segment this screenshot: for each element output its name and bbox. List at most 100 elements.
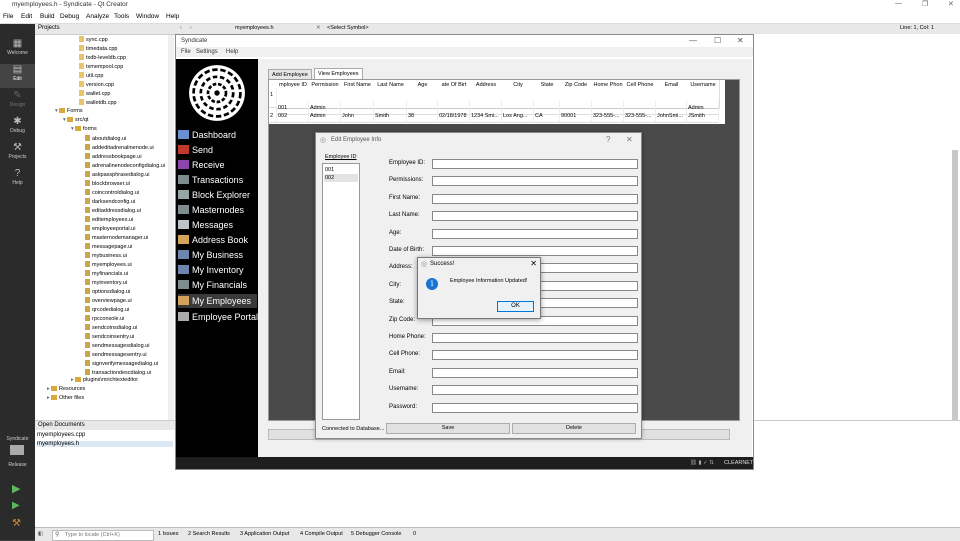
field-input-cell-phone[interactable] bbox=[432, 350, 638, 361]
close-icon[interactable]: ✕ bbox=[948, 0, 954, 8]
tree-file-item[interactable]: txmempool.cpp bbox=[79, 63, 123, 70]
employee-id-item[interactable]: 002 bbox=[324, 174, 358, 182]
field-input-home-phone[interactable] bbox=[432, 333, 638, 343]
tree-ui-file-item[interactable]: sendcoinsdialog.ui bbox=[85, 324, 137, 331]
locator-input[interactable]: Type to locate (Ctrl+K) ⚲ bbox=[52, 530, 154, 541]
field-input-age[interactable] bbox=[432, 228, 638, 239]
nav-item-my-business[interactable]: My Business bbox=[178, 248, 257, 262]
menu-debug[interactable]: Debug bbox=[60, 13, 79, 20]
tree-ui-file-item[interactable]: adrenalinenodeconfigdialog.ui bbox=[85, 162, 165, 169]
tree-ui-file-item[interactable]: editemployees.ui bbox=[85, 216, 133, 223]
nav-item-employee-portal[interactable]: Employee Portal bbox=[178, 310, 258, 324]
tree-file-item[interactable]: sync.cpp bbox=[79, 36, 108, 43]
tree-ui-file-item[interactable]: employeeportal.ui bbox=[85, 225, 135, 232]
nav-item-block-explorer[interactable]: Block Explorer bbox=[178, 188, 257, 202]
field-input-password[interactable] bbox=[432, 402, 638, 413]
mode-help[interactable]: ? Help bbox=[0, 168, 35, 192]
tree-ui-file-item[interactable]: masternodemanager.ui bbox=[85, 234, 148, 241]
debug-run-icon[interactable]: ▶ bbox=[12, 500, 20, 511]
save-button[interactable]: Save bbox=[386, 423, 510, 434]
tree-ui-file-item[interactable]: editaddressdialog.ui bbox=[85, 207, 141, 214]
table-cell[interactable]: 38 bbox=[407, 109, 438, 123]
mode-debug[interactable]: ✱ Debug bbox=[0, 116, 35, 140]
tree-file-item[interactable]: walletdb.cpp bbox=[79, 99, 117, 106]
app-close-icon[interactable]: ✕ bbox=[737, 36, 744, 45]
app-menu-file[interactable]: File bbox=[181, 49, 191, 55]
menu-tools[interactable]: Tools bbox=[114, 13, 129, 20]
tree-ui-file-item[interactable]: messagepage.ui bbox=[85, 243, 132, 250]
tree-ui-file-item[interactable]: rpcconsole.ui bbox=[85, 315, 124, 322]
field-input-last-name[interactable] bbox=[432, 211, 638, 222]
mode-design[interactable]: ✎ Design bbox=[0, 90, 35, 114]
tree-file-item[interactable]: timedata.cpp bbox=[79, 45, 118, 52]
editor-scrollbar[interactable] bbox=[952, 150, 958, 420]
tree-ui-file-item[interactable]: addeditadrenalinenode.ui bbox=[85, 144, 154, 151]
tree-ui-file-item[interactable]: blockbrowser.ui bbox=[85, 180, 130, 187]
nav-item-receive[interactable]: Receive bbox=[178, 158, 257, 172]
menu-window[interactable]: Window bbox=[136, 13, 159, 20]
table-cell[interactable]: Admin bbox=[309, 109, 341, 123]
monitor-icon[interactable] bbox=[10, 445, 24, 455]
table-cell[interactable]: 02/18/1978 bbox=[438, 109, 470, 123]
tree-folder-forms[interactable]: ▾ Forms bbox=[55, 108, 83, 114]
nav-item-my-inventory[interactable]: My Inventory bbox=[178, 263, 257, 277]
table-cell[interactable]: 1234 Smi... bbox=[470, 109, 502, 123]
close-document-icon[interactable]: ✕ bbox=[316, 25, 321, 31]
output-tab-more[interactable]: 0 bbox=[413, 531, 416, 537]
build-hammer-icon[interactable]: ⚒ bbox=[12, 518, 21, 529]
tree-ui-file-item[interactable]: sendmessagesdialog.ui bbox=[85, 342, 149, 349]
table-cell[interactable]: CA bbox=[534, 109, 560, 123]
table-cell[interactable]: Los Ang... bbox=[502, 109, 534, 123]
run-icon[interactable]: ▶ bbox=[12, 482, 20, 495]
field-input-first-name[interactable] bbox=[432, 193, 638, 204]
minimize-icon[interactable]: — bbox=[895, 0, 902, 7]
employee-id-list[interactable]: 001 002 bbox=[322, 163, 360, 420]
tree-folder-srcqt[interactable]: ▾ src/qt bbox=[63, 117, 88, 123]
nav-item-dashboard[interactable]: Dashboard bbox=[178, 128, 257, 142]
nav-item-my-financials[interactable]: My Financials bbox=[178, 278, 257, 292]
tree-ui-file-item[interactable]: sendcoinsentry.ui bbox=[85, 333, 134, 340]
tree-ui-file-item[interactable]: signverifymessagedialog.ui bbox=[85, 360, 158, 367]
tree-file-item[interactable]: wallet.cpp bbox=[79, 90, 110, 97]
message-box-close-icon[interactable]: ✕ bbox=[530, 259, 537, 268]
tree-file-item[interactable]: version.cpp bbox=[79, 81, 114, 88]
table-cell[interactable]: John bbox=[341, 109, 374, 123]
nav-item-my-employees[interactable]: My Employees bbox=[178, 294, 257, 308]
tree-ui-file-item[interactable]: addressbookpage.ui bbox=[85, 153, 142, 160]
nav-item-transactions[interactable]: Transactions bbox=[178, 173, 257, 187]
open-doc-item[interactable]: myemployees.h bbox=[37, 441, 173, 447]
nav-item-masternodes[interactable]: Masternodes bbox=[178, 203, 257, 217]
back-icon[interactable]: ‹ bbox=[180, 25, 182, 31]
sidebar-toggle-icon[interactable]: ◧ bbox=[38, 531, 43, 537]
menu-help[interactable]: Help bbox=[166, 13, 179, 20]
field-input-email[interactable] bbox=[432, 367, 638, 378]
table-cell[interactable]: 002 bbox=[277, 109, 309, 123]
nav-item-address-book[interactable]: Address Book bbox=[178, 233, 257, 247]
row-number[interactable]: 2 bbox=[269, 109, 277, 123]
forward-icon[interactable]: › bbox=[190, 25, 192, 31]
app-menu-settings[interactable]: Settings bbox=[196, 49, 218, 55]
tree-ui-file-item[interactable]: myemployees.ui bbox=[85, 261, 132, 268]
mode-welcome[interactable]: ▦ Welcome bbox=[0, 38, 35, 62]
table-cell[interactable]: JohnSmi... bbox=[656, 109, 687, 123]
tree-ui-file-item[interactable]: aboutdialog.ui bbox=[85, 135, 126, 142]
tree-ui-file-item[interactable]: myinventory.ui bbox=[85, 279, 127, 286]
tree-folder-forms2[interactable]: ▾ forms bbox=[71, 126, 97, 132]
mode-projects[interactable]: ⚒ Projects bbox=[0, 142, 35, 166]
project-tree-scrollbar[interactable] bbox=[168, 35, 174, 420]
symbol-selector[interactable]: <Select Symbol> bbox=[327, 25, 369, 31]
field-input-employee-id[interactable] bbox=[432, 159, 638, 169]
ok-button[interactable]: OK bbox=[497, 301, 534, 312]
field-input-permissions[interactable] bbox=[432, 176, 638, 187]
tree-file-item[interactable]: util.cpp bbox=[79, 72, 103, 79]
edit-dialog-close-icon[interactable]: ✕ bbox=[626, 135, 633, 144]
menu-file[interactable]: File bbox=[3, 13, 13, 20]
tree-ui-file-item[interactable]: qrcodedialog.ui bbox=[85, 306, 129, 313]
output-tab-compile[interactable]: 4 Compile Output bbox=[300, 531, 343, 537]
maximize-icon[interactable]: ❐ bbox=[922, 0, 928, 8]
menu-analyze[interactable]: Analyze bbox=[86, 13, 109, 20]
tree-folder-resources[interactable]: ▸ Resources bbox=[47, 386, 85, 392]
menu-edit[interactable]: Edit bbox=[21, 13, 32, 20]
employee-id-item[interactable]: 001 bbox=[324, 166, 358, 174]
tree-folder-plugins[interactable]: ▸ plugins\mrichtexteditor bbox=[71, 377, 138, 383]
